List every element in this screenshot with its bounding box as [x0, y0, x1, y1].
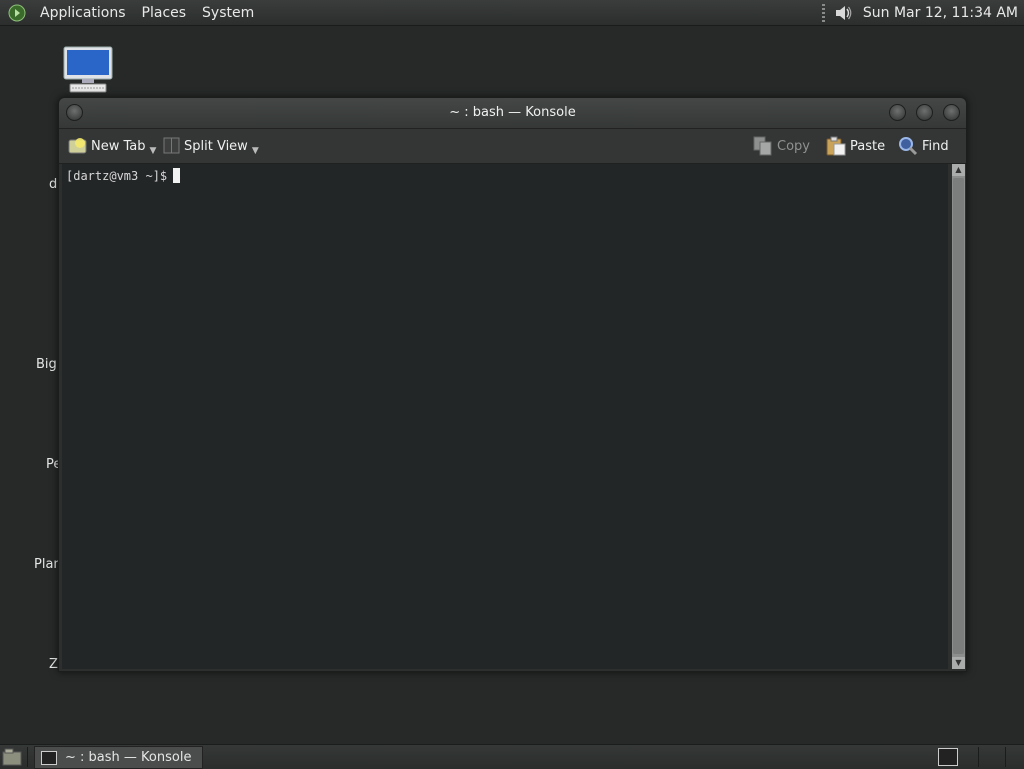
- panel-handle: [821, 3, 825, 22]
- paste-icon: [826, 136, 846, 156]
- terminal-area[interactable]: [dartz@vm3 ~]$: [62, 164, 948, 669]
- chevron-down-icon[interactable]: ▼: [150, 146, 157, 156]
- desktop-label[interactable]: Z: [49, 657, 58, 672]
- terminal-icon: [41, 750, 57, 765]
- close-button[interactable]: [943, 104, 960, 121]
- show-desktop-icon[interactable]: [2, 747, 22, 767]
- scrollbar-thumb[interactable]: [953, 178, 964, 654]
- chevron-down-icon[interactable]: ▼: [252, 146, 259, 156]
- konsole-window: ~ : bash — Konsole New Tab ▼ Split View …: [58, 97, 967, 672]
- gnome-foot-icon[interactable]: [8, 4, 26, 22]
- maximize-button[interactable]: [916, 104, 933, 121]
- text-cursor: [173, 168, 181, 183]
- copy-button[interactable]: Copy: [752, 129, 810, 163]
- computer-icon[interactable]: [62, 45, 114, 95]
- prompt-line: [dartz@vm3 ~]$: [66, 168, 181, 183]
- new-tab-icon: [68, 138, 87, 154]
- terminal-icon[interactable]: [938, 748, 958, 766]
- separator: [1005, 747, 1006, 767]
- copy-label: Copy: [777, 138, 810, 154]
- separator: [978, 747, 979, 767]
- minimize-button[interactable]: [889, 104, 906, 121]
- new-tab-button[interactable]: New Tab ▼: [68, 129, 156, 163]
- volume-icon[interactable]: [833, 3, 853, 23]
- scrollbar[interactable]: ▲ ▼: [952, 164, 965, 669]
- scroll-down-icon[interactable]: ▼: [952, 657, 965, 669]
- system-menu[interactable]: System: [194, 5, 262, 21]
- split-view-icon: [163, 137, 180, 154]
- split-view-button[interactable]: Split View ▼: [163, 129, 259, 163]
- taskbar-item-label: ~ : bash — Konsole: [65, 750, 192, 765]
- find-button[interactable]: Find: [897, 129, 949, 163]
- scroll-up-icon[interactable]: ▲: [952, 164, 965, 176]
- paste-label: Paste: [850, 138, 886, 154]
- clock[interactable]: Sun Mar 12, 11:34 AM: [863, 5, 1018, 21]
- window-title: ~ : bash — Konsole: [449, 105, 576, 120]
- toolbar: New Tab ▼ Split View ▼ Copy Paste Find: [59, 129, 966, 164]
- copy-icon: [753, 136, 772, 156]
- desktop-label[interactable]: Big: [36, 357, 57, 372]
- desktop-label[interactable]: d: [49, 177, 57, 192]
- new-tab-label: New Tab: [91, 138, 146, 154]
- shell-prompt: [dartz@vm3 ~]$: [66, 169, 168, 183]
- top-panel: Applications Places System Sun Mar 12, 1…: [0, 0, 1024, 26]
- paste-button[interactable]: Paste: [825, 129, 885, 163]
- taskbar-item-konsole[interactable]: ~ : bash — Konsole: [34, 746, 203, 769]
- split-view-label: Split View: [184, 138, 248, 154]
- title-bar[interactable]: ~ : bash — Konsole: [59, 98, 966, 129]
- places-menu[interactable]: Places: [134, 5, 195, 21]
- bottom-panel: ~ : bash — Konsole: [0, 744, 1024, 769]
- applications-menu[interactable]: Applications: [32, 5, 134, 21]
- find-label: Find: [922, 138, 949, 154]
- search-icon: [899, 137, 918, 156]
- separator: [27, 747, 28, 767]
